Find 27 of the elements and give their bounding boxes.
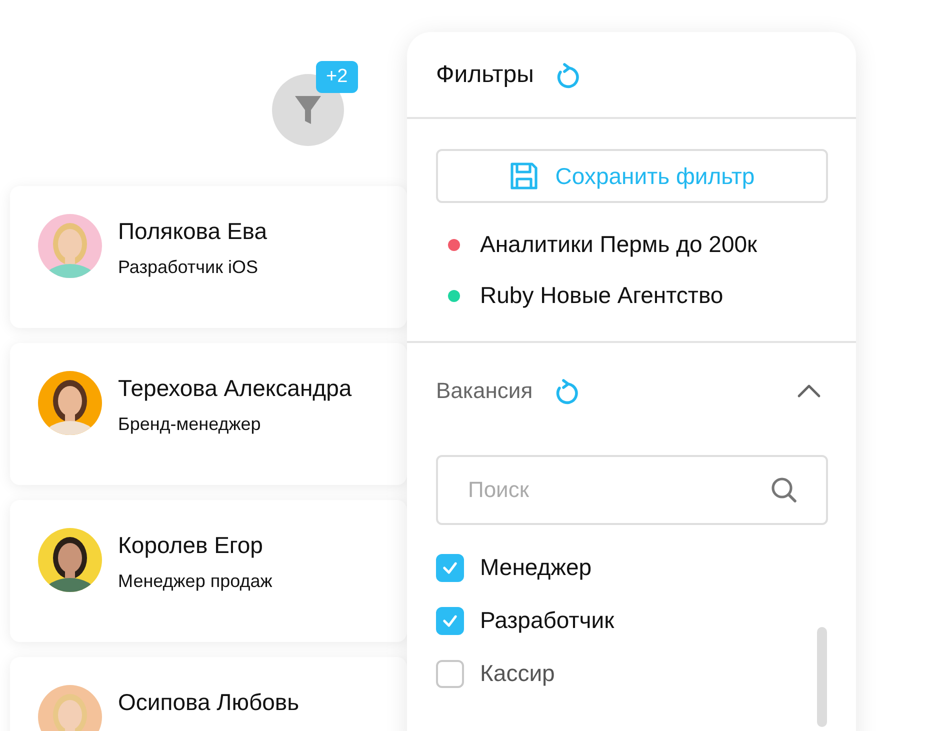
candidate-name: Полякова Ева bbox=[118, 218, 268, 245]
candidate-card[interactable]: Осипова Любовь bbox=[10, 657, 407, 731]
candidate-card[interactable]: Королев Егор Менеджер продаж bbox=[10, 500, 407, 642]
saved-filter[interactable]: Аналитики Пермь до 200к bbox=[480, 231, 758, 258]
section-title: Вакансия bbox=[436, 378, 533, 404]
scrollbar[interactable] bbox=[817, 627, 827, 727]
filter-count-badge: +2 bbox=[316, 61, 358, 93]
checkbox[interactable] bbox=[436, 554, 464, 582]
saved-filter[interactable]: Ruby Новые Агентство bbox=[480, 282, 724, 309]
candidate-card[interactable]: Терехова Александра Бренд-менеджер bbox=[10, 343, 407, 485]
panel-title: Фильтры bbox=[436, 60, 534, 88]
checkbox[interactable] bbox=[436, 660, 464, 688]
candidate-name: Осипова Любовь bbox=[118, 689, 300, 716]
candidate-name: Королев Егор bbox=[118, 532, 264, 559]
option-label: Кассир bbox=[480, 660, 555, 687]
chevron-icon[interactable] bbox=[797, 384, 821, 398]
candidate-name: Терехова Александра bbox=[118, 375, 352, 402]
funnel-icon bbox=[294, 95, 322, 125]
option-label: Менеджер bbox=[480, 554, 592, 581]
candidate-role: Бренд-менеджер bbox=[118, 414, 262, 435]
search-field[interactable]: Поиск bbox=[436, 455, 828, 525]
checkbox[interactable] bbox=[436, 606, 464, 634]
candidate-role: Разработчик iOS bbox=[118, 257, 259, 278]
candidate-card[interactable]: Полякова Ева Разработчик iOS bbox=[10, 186, 407, 328]
candidate-role: Менеджер продаж bbox=[118, 571, 272, 592]
option-label: Разработчик bbox=[480, 607, 614, 634]
search-icon bbox=[770, 476, 798, 504]
